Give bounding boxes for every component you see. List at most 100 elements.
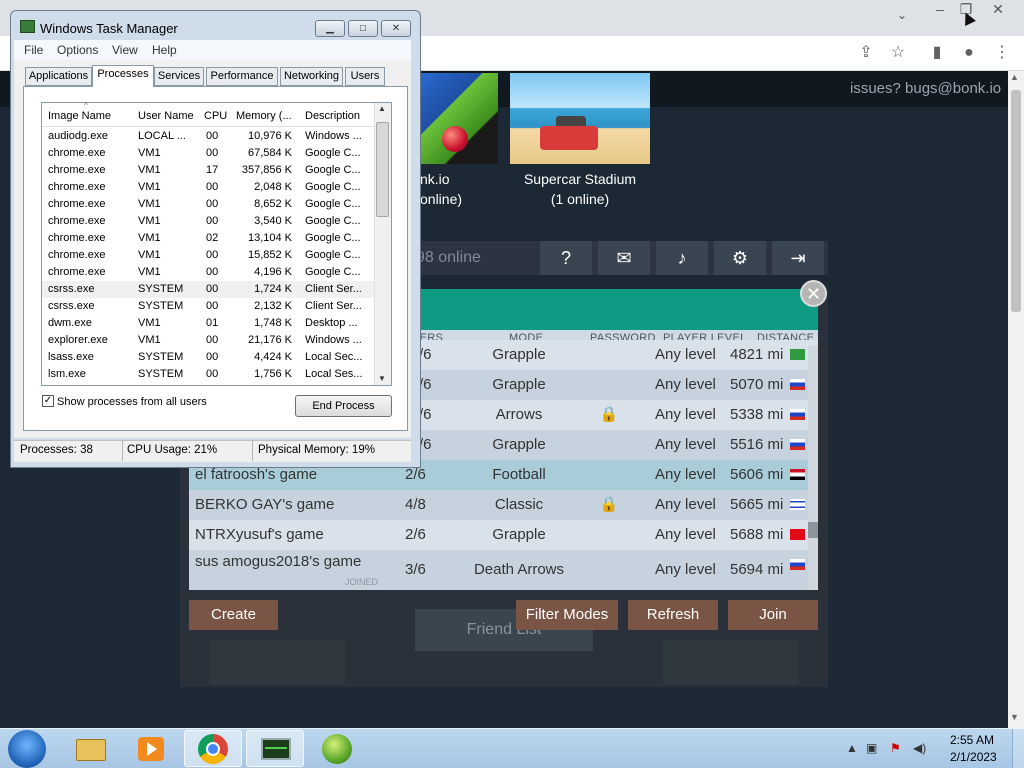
- process-row[interactable]: chrome.exe VM1 00 15,852 K Google C...: [42, 247, 374, 264]
- menu-help[interactable]: Help: [152, 43, 177, 57]
- country-flag-icon: [790, 409, 805, 420]
- chat-icon[interactable]: ✉: [598, 241, 650, 275]
- tab-services[interactable]: Services: [154, 67, 204, 86]
- profile-icon[interactable]: ●: [956, 40, 982, 66]
- menu-file[interactable]: File: [24, 43, 43, 57]
- process-row[interactable]: chrome.exe VM1 02 13,104 K Google C...: [42, 230, 374, 247]
- process-row[interactable]: lsass.exe SYSTEM 00 4,424 K Local Sec...: [42, 349, 374, 366]
- tab-applications[interactable]: Applications: [25, 67, 92, 86]
- explorer-icon[interactable]: [62, 730, 120, 767]
- process-cpu: 00: [206, 283, 219, 295]
- process-row[interactable]: csrss.exe SYSTEM 00 1,724 K Client Ser...: [42, 281, 374, 298]
- clock-date[interactable]: 2/1/2023: [950, 750, 997, 764]
- process-row[interactable]: chrome.exe VM1 00 8,652 K Google C...: [42, 196, 374, 213]
- process-list-scroll-thumb[interactable]: [376, 122, 389, 217]
- country-flag-icon: [790, 529, 805, 540]
- action-center-icon[interactable]: ⚑: [890, 741, 901, 755]
- room-list-scrollbar[interactable]: [808, 346, 818, 590]
- room-player-level: Any level: [655, 436, 716, 453]
- process-row[interactable]: lsm.exe SYSTEM 00 1,756 K Local Ses...: [42, 366, 374, 383]
- media-player-icon[interactable]: [122, 730, 180, 767]
- share-icon[interactable]: ⇪: [853, 40, 879, 66]
- tab-performance[interactable]: Performance: [206, 67, 278, 86]
- help-icon[interactable]: ?: [540, 241, 592, 275]
- task-manager-icon[interactable]: [246, 730, 304, 767]
- room-list-scroll-thumb[interactable]: [808, 522, 818, 538]
- process-image-name: audiodg.exe: [48, 130, 108, 142]
- process-description: Google C...: [305, 232, 361, 244]
- kebab-menu-icon[interactable]: ⋮: [989, 40, 1015, 66]
- column-header-user-name[interactable]: User Name: [138, 110, 194, 122]
- create-button[interactable]: Create: [189, 600, 278, 630]
- join-button[interactable]: Join: [728, 600, 818, 630]
- process-row[interactable]: explorer.exe VM1 00 21,176 K Windows ...: [42, 332, 374, 349]
- column-header-memory[interactable]: Memory (...: [236, 110, 292, 122]
- process-memory: 10,976 K: [247, 130, 292, 142]
- minimize-button[interactable]: –: [926, 1, 954, 17]
- process-row[interactable]: chrome.exe VM1 00 67,584 K Google C...: [42, 145, 374, 162]
- scroll-up-arrow-icon[interactable]: ▲: [378, 104, 386, 113]
- close-window-button[interactable]: ✕: [984, 1, 1012, 17]
- close-panel-button[interactable]: ✕: [800, 280, 827, 307]
- maximize-button[interactable]: □: [348, 20, 378, 37]
- room-player-level: Any level: [655, 526, 716, 543]
- process-row[interactable]: chrome.exe VM1 17 357,856 K Google C...: [42, 162, 374, 179]
- column-header-image-name[interactable]: Image Name: [48, 110, 111, 122]
- map-name: Supercar Stadium: [523, 171, 637, 187]
- process-row[interactable]: chrome.exe VM1 00 4,196 K Google C...: [42, 264, 374, 281]
- country-flag-icon: [790, 349, 805, 360]
- star-icon[interactable]: ☆: [885, 40, 911, 66]
- network-icon[interactable]: ▣: [866, 741, 877, 755]
- process-cpu: 00: [206, 181, 219, 193]
- process-row[interactable]: chrome.exe VM1 00 2,048 K Google C...: [42, 179, 374, 196]
- settings-icon[interactable]: ⚙: [714, 241, 766, 275]
- windows-update-icon[interactable]: [308, 730, 366, 767]
- show-hidden-icons-icon[interactable]: ▲: [846, 741, 858, 755]
- column-header-cpu[interactable]: CPU: [204, 110, 227, 122]
- scroll-down-arrow-icon[interactable]: ▼: [1010, 712, 1019, 722]
- speaker-icon[interactable]: ♪: [656, 241, 708, 275]
- close-window-button[interactable]: ✕: [381, 20, 411, 37]
- process-memory: 4,196 K: [254, 266, 292, 278]
- process-description: Client Ser...: [305, 300, 362, 312]
- menu-options[interactable]: Options: [57, 43, 98, 57]
- scroll-up-arrow-icon[interactable]: ▲: [1010, 72, 1019, 82]
- show-desktop-button[interactable]: [1012, 729, 1024, 768]
- process-memory: 1,724 K: [254, 283, 292, 295]
- room-row[interactable]: NTRXyusuf's game 2/6 Grapple Any level 5688 …: [189, 520, 818, 550]
- end-process-button[interactable]: End Process: [295, 395, 392, 417]
- column-header-description[interactable]: Description: [305, 110, 360, 122]
- tab-processes[interactable]: Processes: [92, 65, 154, 87]
- process-image-name: explorer.exe: [48, 334, 108, 346]
- filter-modes-button[interactable]: Filter Modes: [516, 600, 618, 630]
- room-row[interactable]: sus amogus2018's game 3/6 Death Arrows Any …: [189, 550, 818, 590]
- status-separator: [122, 441, 123, 461]
- process-row[interactable]: csrss.exe SYSTEM 00 2,132 K Client Ser...: [42, 298, 374, 315]
- clock-time[interactable]: 2:55 AM: [950, 733, 994, 747]
- process-row[interactable]: audiodg.exe LOCAL ... 00 10,976 K Windows ..…: [42, 128, 374, 145]
- room-mode: Arrows: [495, 406, 543, 423]
- start-icon[interactable]: [8, 730, 46, 768]
- process-description: Google C...: [305, 147, 361, 159]
- page-scroll-thumb[interactable]: [1011, 90, 1021, 312]
- show-all-processes-checkbox[interactable]: ✓: [42, 395, 54, 407]
- tab-users[interactable]: Users: [345, 67, 385, 86]
- room-row[interactable]: BERKO GAY's game 4/8 Classic 🔒 Any level 5665…: [189, 490, 818, 520]
- sidebar-icon[interactable]: ▮: [924, 40, 950, 66]
- refresh-button[interactable]: Refresh: [628, 600, 718, 630]
- tab-networking[interactable]: Networking: [280, 67, 343, 86]
- status-separator: [252, 441, 253, 461]
- exit-icon[interactable]: ⇥: [772, 241, 824, 275]
- process-description: Windows ...: [305, 130, 362, 142]
- scroll-down-arrow-icon[interactable]: ▼: [378, 374, 386, 383]
- process-image-name: chrome.exe: [48, 181, 106, 193]
- process-row[interactable]: dwm.exe VM1 01 1,748 K Desktop ...: [42, 315, 374, 332]
- chrome-icon[interactable]: [184, 730, 242, 767]
- process-row[interactable]: chrome.exe VM1 00 3,540 K Google C...: [42, 213, 374, 230]
- menu-view[interactable]: View: [112, 43, 138, 57]
- volume-icon[interactable]: ◀): [913, 741, 926, 755]
- process-memory: 2,132 K: [254, 300, 292, 312]
- kart-graphic: [540, 126, 598, 150]
- tab-search-chevron-icon[interactable]: ⌄: [897, 8, 907, 22]
- minimize-button[interactable]: ▁: [315, 20, 345, 37]
